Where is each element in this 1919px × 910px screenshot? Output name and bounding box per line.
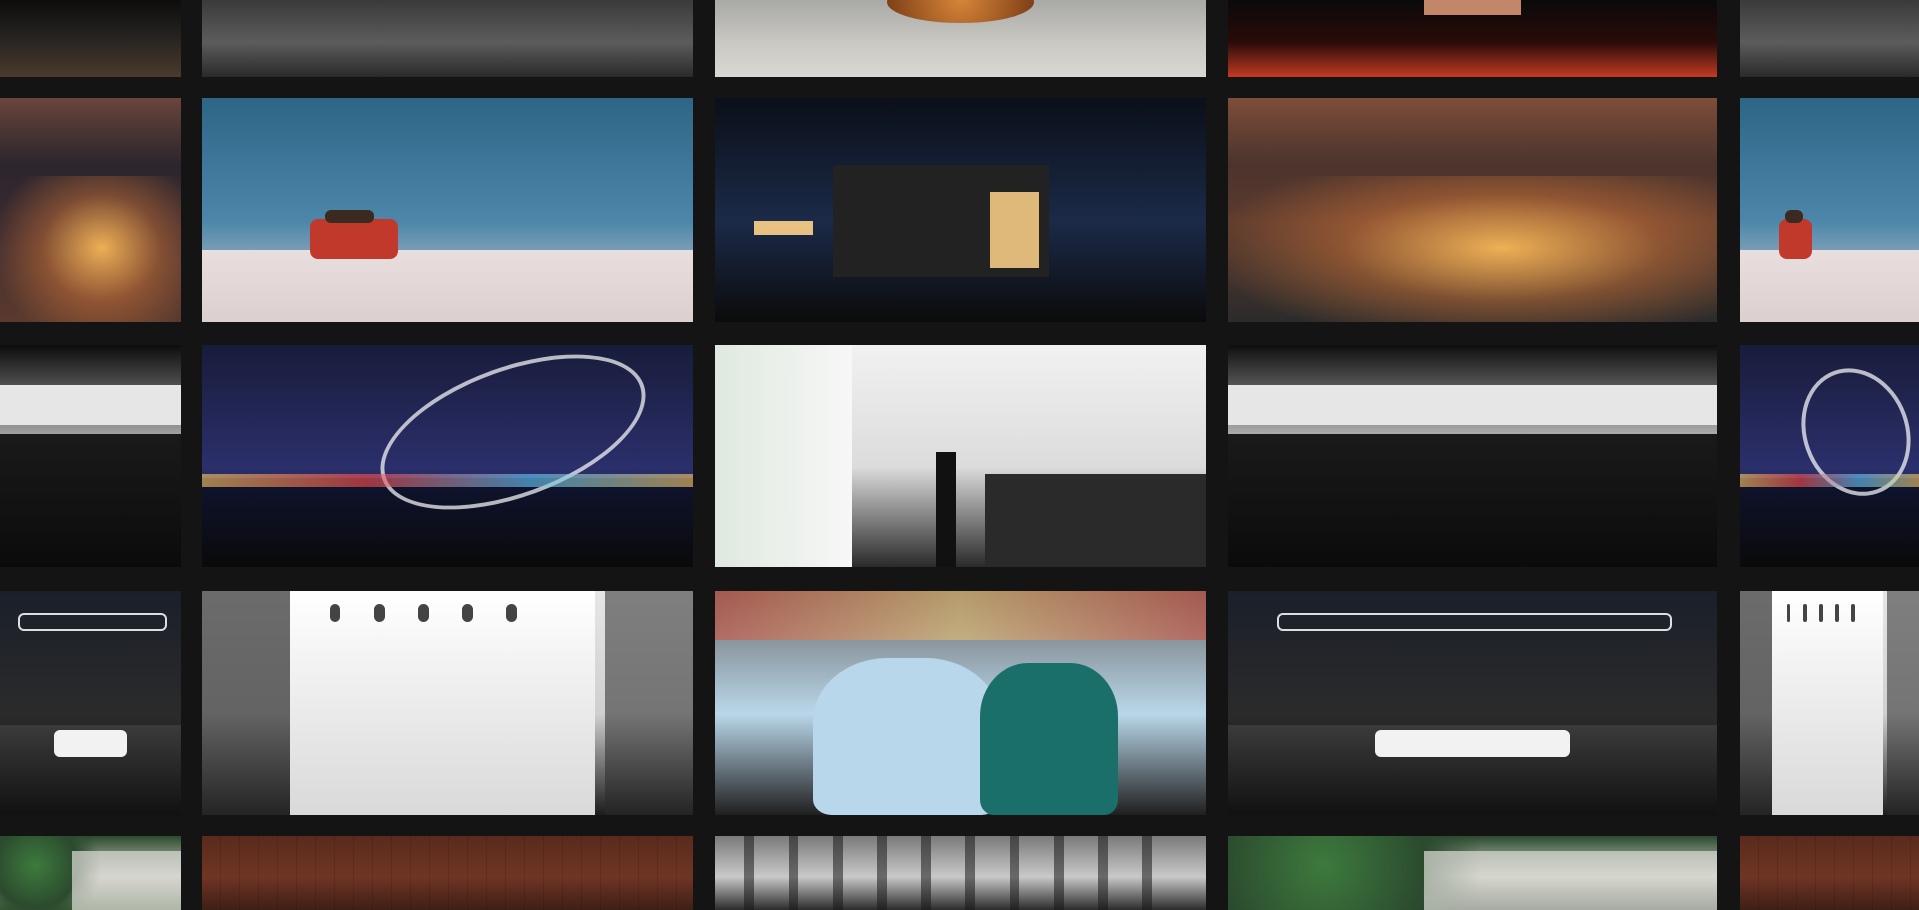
gallery-photo-plants-and-rocks[interactable] xyxy=(0,836,181,910)
gallery-photo-red-jeep-salt-flat-repeat[interactable] xyxy=(1740,98,1919,322)
gallery-photo-red-jeep-salt-flat[interactable] xyxy=(202,98,693,322)
gallery-photo-mountain-lights-night[interactable] xyxy=(0,98,181,322)
gallery-photo-mountain-village-lights[interactable] xyxy=(1228,98,1717,322)
gallery-photo-city-rooftops-dusk-repeat[interactable] xyxy=(1740,0,1919,77)
gallery-photo-billiards-hall-left[interactable] xyxy=(0,591,181,815)
gallery-photo-forest-monochrome[interactable] xyxy=(715,836,1206,910)
gallery-photo-foggy-cafe-window[interactable] xyxy=(202,591,693,815)
gallery-photo-couple-in-foliage[interactable] xyxy=(1228,836,1717,910)
gallery-photo-dark-building-edge[interactable] xyxy=(0,345,181,567)
gallery-photo-harbor-light-trails[interactable] xyxy=(202,345,693,567)
gallery-photo-wood-texture[interactable] xyxy=(202,836,693,910)
gallery-photo-city-skyline-night[interactable] xyxy=(0,0,181,77)
gallery-photo-wood-texture-repeat[interactable] xyxy=(1740,836,1919,910)
gallery-photo-harbor-light-trails-repeat[interactable] xyxy=(1740,345,1919,567)
gallery-photo-modern-house-night[interactable] xyxy=(715,98,1206,322)
gallery-photo-billiards-hall-woman[interactable] xyxy=(1228,591,1717,815)
gallery-photo-kimono-street-crowd[interactable] xyxy=(715,591,1206,815)
photo-gallery-grid xyxy=(0,0,1919,910)
gallery-photo-white-interior-kitchen[interactable] xyxy=(715,345,1206,567)
gallery-photo-city-rooftops-dusk[interactable] xyxy=(202,0,693,77)
gallery-photo-dark-rooftop-skyline[interactable] xyxy=(1228,345,1717,567)
gallery-photo-bread-on-stone[interactable] xyxy=(715,0,1206,77)
gallery-photo-red-neon-stage[interactable] xyxy=(1228,0,1717,77)
gallery-photo-foggy-cafe-window-repeat[interactable] xyxy=(1740,591,1919,815)
